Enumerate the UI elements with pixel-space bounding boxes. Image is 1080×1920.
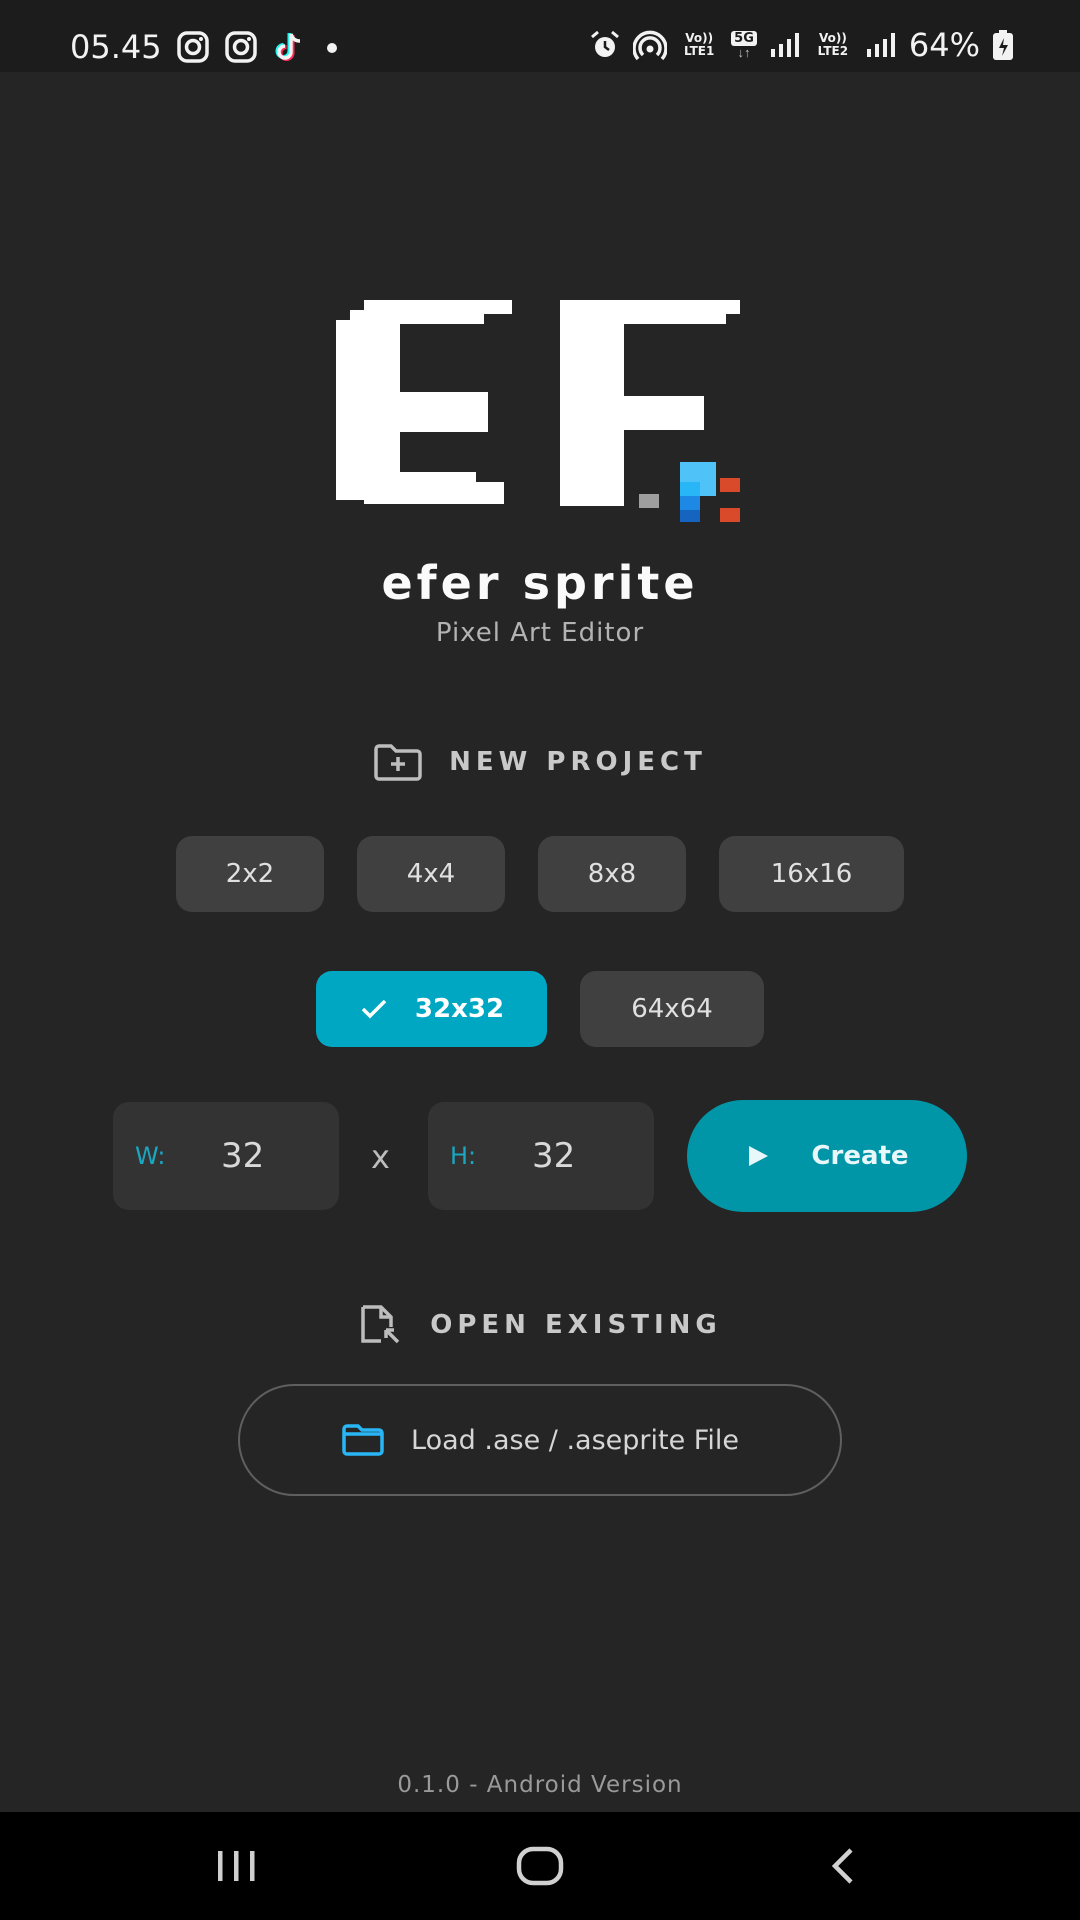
width-input[interactable]: W: 32 xyxy=(113,1102,339,1210)
check-icon xyxy=(361,999,387,1019)
folder-plus-icon xyxy=(374,744,422,781)
app-logo xyxy=(336,300,740,522)
home-button[interactable] xyxy=(480,1812,600,1920)
alarm-icon xyxy=(591,30,620,57)
preset-32x32-chip[interactable]: 32x32 xyxy=(316,971,547,1047)
preset-64x64-chip[interactable]: 64x64 xyxy=(580,971,764,1047)
navigation-bar xyxy=(0,1812,1080,1920)
app-title: efer sprite xyxy=(381,556,699,610)
app-subtitle: Pixel Art Editor xyxy=(435,618,645,648)
battery-percent: 64% xyxy=(908,26,980,64)
version-text: 0.1.0 - Android Version xyxy=(397,1772,683,1798)
new-project-title: NEW PROJECT xyxy=(449,747,707,777)
file-open-icon xyxy=(361,1305,400,1344)
preset-8x8-chip[interactable]: 8x8 xyxy=(538,836,686,912)
logo-letter-e xyxy=(336,300,512,504)
logo-pixel-mark xyxy=(680,462,740,522)
width-value: 32 xyxy=(221,1136,265,1176)
play-icon xyxy=(749,1146,769,1166)
create-label: Create xyxy=(811,1141,909,1171)
logo-dot xyxy=(639,494,659,508)
home-icon xyxy=(516,1846,564,1886)
open-existing-title: OPEN EXISTING xyxy=(430,1310,722,1340)
open-existing-header: OPEN EXISTING xyxy=(0,1304,1080,1346)
battery-icon xyxy=(993,30,1013,60)
data-arrows-icon: ↓↑ xyxy=(737,45,751,60)
sim2-label: Vo)) LTE2 xyxy=(817,31,849,58)
instagram-icon xyxy=(225,31,257,63)
folder-icon xyxy=(342,1424,384,1456)
preset-2x2-chip[interactable]: 2x2 xyxy=(176,836,324,912)
instagram-icon xyxy=(177,31,209,63)
load-file-button[interactable]: Load .ase / .aseprite File xyxy=(238,1384,842,1496)
status-bar: 05.45 Vo)) LTE1 5G ↓↑ Vo)) LTE2 64% xyxy=(0,0,1080,72)
dot-icon xyxy=(327,43,337,53)
notification-icons xyxy=(176,30,340,64)
height-input[interactable]: H: 32 xyxy=(428,1102,654,1210)
recent-apps-icon xyxy=(218,1851,255,1881)
signal-icon xyxy=(866,33,895,57)
height-prefix: H: xyxy=(450,1142,477,1170)
sim1-label: Vo)) LTE1 xyxy=(683,31,715,58)
preset-16x16-chip[interactable]: 16x16 xyxy=(719,836,904,912)
signal-icon xyxy=(770,33,799,57)
network-type: 5G ↓↑ xyxy=(731,31,757,59)
hotspot-icon xyxy=(633,30,668,61)
back-button[interactable] xyxy=(782,1812,902,1920)
create-button[interactable]: Create xyxy=(687,1100,967,1212)
width-prefix: W: xyxy=(135,1142,166,1170)
system-icons: Vo)) LTE1 5G ↓↑ Vo)) LTE2 64% xyxy=(589,26,1014,64)
height-value: 32 xyxy=(532,1136,576,1176)
back-icon xyxy=(831,1848,853,1884)
load-file-label: Load .ase / .aseprite File xyxy=(411,1424,739,1456)
dimension-separator: x xyxy=(371,1138,390,1176)
new-project-header: NEW PROJECT xyxy=(0,742,1080,782)
preset-4x4-chip[interactable]: 4x4 xyxy=(357,836,505,912)
recent-apps-button[interactable] xyxy=(176,1812,296,1920)
tiktok-icon xyxy=(275,33,301,61)
status-time: 05.45 xyxy=(70,28,162,66)
